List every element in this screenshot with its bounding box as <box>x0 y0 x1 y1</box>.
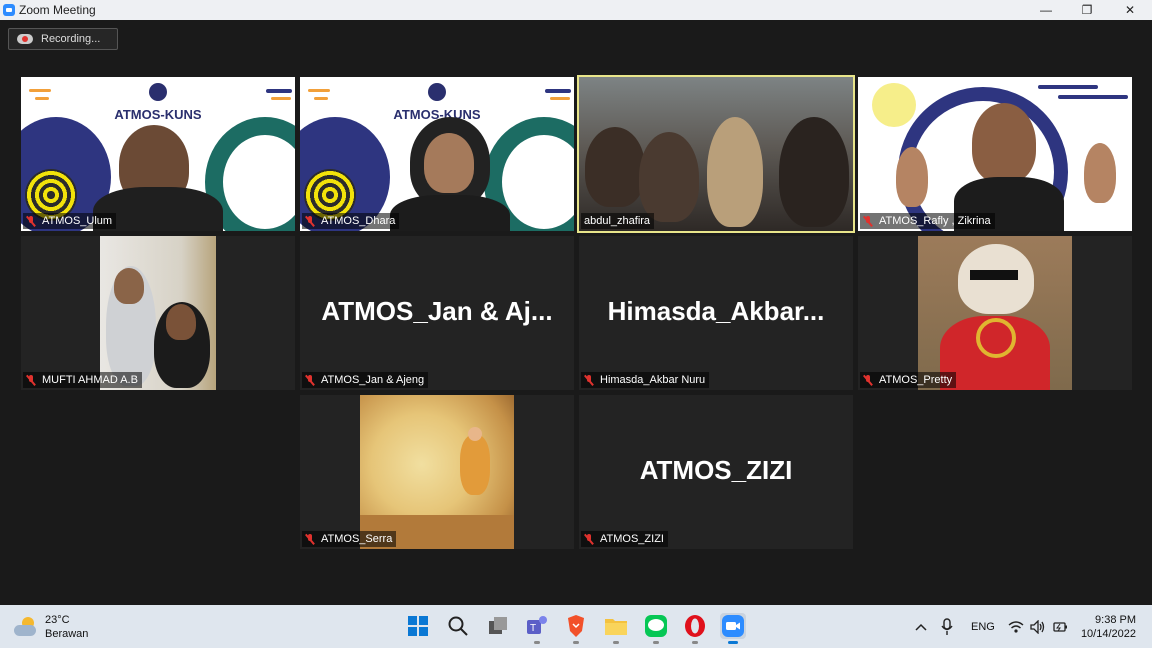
participant-nameplate: ATMOS_Jan & Ajeng <box>302 372 429 388</box>
window-titlebar: Zoom Meeting <box>0 0 1152 20</box>
participant-video <box>579 77 853 231</box>
participant-tile[interactable]: MUFTI AHMAD A.B <box>21 236 295 390</box>
participant-video <box>100 236 216 390</box>
volume-tray-button[interactable] <box>1030 605 1046 648</box>
participant-tile[interactable]: ATMOS_ZIZI ATMOS_ZIZI <box>579 395 853 549</box>
participant-nameplate: ATMOS_Ulum <box>23 213 117 229</box>
network-tray-button[interactable] <box>1008 605 1024 648</box>
video-gallery: Recording... ATMOS-KUNS ATMOS_Ulum ATMOS… <box>0 20 1152 605</box>
weather-widget[interactable]: 23°C Berawan <box>14 613 88 641</box>
participant-display-name: ATMOS_ZIZI <box>639 455 793 485</box>
mic-muted-icon <box>863 374 873 386</box>
participant-tile[interactable]: ATMOS_Jan & Aj... ATMOS_Jan & Ajeng <box>300 236 574 390</box>
mic-muted-icon <box>305 374 315 386</box>
battery-charging-icon <box>1053 621 1067 632</box>
participant-tile[interactable]: ATMOS_Rafly , Zikrina <box>858 77 1132 231</box>
participant-nameplate: MUFTI AHMAD A.B <box>23 372 142 388</box>
participant-nameplate: ATMOS_ZIZI <box>581 531 668 547</box>
teams-app-button[interactable]: T <box>524 613 550 644</box>
system-clock[interactable]: 9:38 PM 10/14/2022 <box>1081 613 1136 641</box>
show-hidden-icons-button[interactable] <box>914 605 928 648</box>
speaker-icon <box>1030 619 1045 634</box>
microphone-icon <box>941 617 953 635</box>
recording-indicator[interactable]: Recording... <box>8 28 118 50</box>
weather-condition: Berawan <box>45 628 89 640</box>
participant-name: ATMOS_Ulum <box>42 215 113 227</box>
mic-muted-icon <box>863 215 873 227</box>
participant-tile[interactable]: ATMOS-KUNS ATMOS_Dhara <box>300 77 574 231</box>
mic-muted-icon <box>584 374 594 386</box>
input-language-indicator[interactable]: ENG <box>971 605 995 648</box>
participant-nameplate: ATMOS_Serra <box>302 531 397 547</box>
microphone-tray-button[interactable] <box>941 605 953 648</box>
mic-muted-icon <box>26 215 36 227</box>
chevron-up-icon <box>915 623 927 631</box>
opera-browser-button[interactable] <box>682 613 708 644</box>
zoom-app-button[interactable] <box>720 613 746 644</box>
mic-muted-icon <box>305 215 315 227</box>
participant-name: Himasda_Akbar Nuru <box>600 374 706 386</box>
window-title: Zoom Meeting <box>19 3 96 17</box>
svg-text:T: T <box>530 623 536 634</box>
zoom-app-icon <box>3 4 15 16</box>
participant-name: abdul_zhafira <box>584 215 651 227</box>
start-button[interactable] <box>405 613 431 639</box>
taskbar: 23°C Berawan T ENG 9:38 PM 10/14/2022 <box>0 605 1152 648</box>
task-view-icon <box>489 617 507 634</box>
search-icon <box>448 616 468 636</box>
teams-icon: T <box>527 616 547 634</box>
participant-name: ATMOS_ZIZI <box>600 533 664 545</box>
participant-name: ATMOS_Jan & Ajeng <box>321 374 425 386</box>
restore-button[interactable]: ❐ <box>1067 0 1107 20</box>
windows-logo-icon <box>408 616 428 636</box>
file-explorer-button[interactable] <box>603 613 629 644</box>
folder-icon <box>605 619 627 635</box>
participant-name: MUFTI AHMAD A.B <box>42 374 138 386</box>
cloud-recording-icon <box>17 34 33 44</box>
participant-tile[interactable]: ATMOS_Serra <box>300 395 574 549</box>
brave-lion-icon <box>568 615 584 637</box>
participant-name: ATMOS_Dhara <box>321 215 396 227</box>
participant-nameplate: Himasda_Akbar Nuru <box>581 372 710 388</box>
participant-tile-active-speaker[interactable]: abdul_zhafira <box>577 75 855 233</box>
mic-muted-icon <box>305 533 315 545</box>
participant-nameplate: abdul_zhafira <box>581 213 655 229</box>
partly-cloudy-icon <box>14 617 38 637</box>
participant-name: ATMOS_Rafly , Zikrina <box>879 215 991 227</box>
minimize-button[interactable]: — <box>1026 0 1066 20</box>
recording-label: Recording... <box>41 33 101 45</box>
banner-background <box>858 77 1132 231</box>
participant-avatar-image <box>360 395 514 549</box>
search-button[interactable] <box>445 613 471 639</box>
participant-nameplate: ATMOS_Dhara <box>302 213 400 229</box>
participant-tile[interactable]: Himasda_Akbar... Himasda_Akbar Nuru <box>579 236 853 390</box>
line-app-button[interactable] <box>643 613 669 644</box>
line-chat-icon <box>645 615 667 637</box>
clock-date: 10/14/2022 <box>1080 628 1136 640</box>
weather-temperature: 23°C <box>45 614 70 626</box>
organization-emblem-icon <box>428 83 446 101</box>
zoom-video-icon <box>722 615 744 637</box>
participant-name: ATMOS_Serra <box>321 533 393 545</box>
participant-nameplate: ATMOS_Rafly , Zikrina <box>860 213 995 229</box>
battery-tray-button[interactable] <box>1052 605 1068 648</box>
participant-nameplate: ATMOS_Pretty <box>860 372 957 388</box>
banner-background: ATMOS-KUNS <box>300 77 574 231</box>
clock-time: 9:38 PM <box>1095 614 1136 626</box>
task-view-button[interactable] <box>485 613 511 639</box>
mic-muted-icon <box>584 533 594 545</box>
participant-avatar-image <box>918 236 1072 390</box>
participant-display-name: Himasda_Akbar... <box>607 296 825 326</box>
participant-tile[interactable]: ATMOS-KUNS ATMOS_Ulum <box>21 77 295 231</box>
mic-muted-icon <box>26 374 36 386</box>
wifi-icon <box>1008 620 1024 633</box>
opera-icon <box>685 615 705 637</box>
participant-name: ATMOS_Pretty <box>879 374 953 386</box>
banner-background: ATMOS-KUNS <box>21 77 295 231</box>
brave-browser-button[interactable] <box>563 613 589 644</box>
participant-tile[interactable]: ATMOS_Pretty <box>858 236 1132 390</box>
organization-emblem-icon <box>149 83 167 101</box>
close-button[interactable]: ✕ <box>1110 0 1150 20</box>
participant-display-name: ATMOS_Jan & Aj... <box>321 296 553 326</box>
